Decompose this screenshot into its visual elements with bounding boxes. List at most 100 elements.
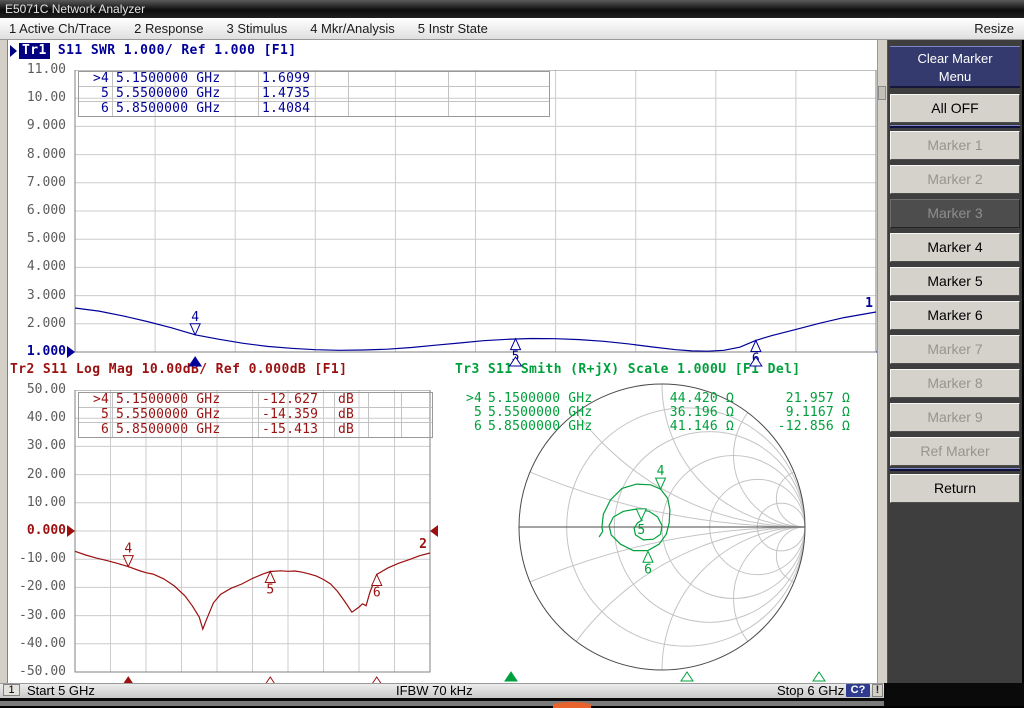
svg-text:5: 5 <box>266 582 274 597</box>
y-axis-tick-label: 10.00 <box>8 90 66 105</box>
softkey-menu-title: Clear Marker Menu <box>890 46 1020 88</box>
softkey-all-off[interactable]: All OFF <box>890 94 1020 123</box>
trace-number-label: 1 <box>865 296 873 311</box>
ref-level-arrow-left <box>67 525 75 537</box>
softkey-menu-title-line2: Menu <box>890 68 1020 86</box>
softkey-marker-1[interactable]: Marker 1 <box>890 131 1020 160</box>
stimulus-marker-triangle[interactable] <box>189 357 201 366</box>
softkey-marker-4[interactable]: Marker 4 <box>890 233 1020 262</box>
softkey-separator <box>890 468 1020 471</box>
marker-4[interactable]: 4 <box>123 542 133 567</box>
svg-text:4: 4 <box>191 310 199 325</box>
readout-cell <box>402 393 432 407</box>
y-axis-tick-label: 3.000 <box>8 288 66 303</box>
marker-6[interactable]: 6 <box>643 551 653 577</box>
readout-cell: -15.413 <box>259 423 335 437</box>
menu-item-1[interactable]: 1 Active Ch/Trace <box>9 18 111 39</box>
readout-cell: 21.957 Ω <box>737 392 853 406</box>
softkey-marker-5[interactable]: Marker 5 <box>890 267 1020 296</box>
calibration-status-badge: C? <box>846 684 870 697</box>
softkey-scrollbar-thumb[interactable] <box>878 86 886 100</box>
menu-item-5[interactable]: 5 Instr State <box>418 18 488 39</box>
readout-cell: 1.6099 <box>259 72 349 86</box>
readout-cell: 41.146 Ω <box>633 420 737 434</box>
y-axis-tick-label: -10.00 <box>8 551 66 566</box>
readout-row: 65.8500000 GHz-15.413dB <box>79 423 432 437</box>
readout-cell: 1.4735 <box>259 87 349 101</box>
readout-cell: dB <box>335 393 369 407</box>
readout-cell: 5 <box>79 87 113 101</box>
readout-cell: 44.420 Ω <box>633 392 737 406</box>
readout-cell <box>369 423 402 437</box>
readout-cell: 36.196 Ω <box>633 406 737 420</box>
softkey-return[interactable]: Return <box>890 474 1020 503</box>
channel-number-badge: 1 <box>3 684 20 696</box>
readout-cell: 5.8500000 GHz <box>113 102 259 116</box>
readout-row: 65.8500000 GHz1.4084 <box>79 102 549 116</box>
marker-5[interactable]: 5 <box>265 571 275 597</box>
softkey-marker-6[interactable]: Marker 6 <box>890 301 1020 330</box>
trace1-marker-readout: >45.1500000 GHz1.609955.5500000 GHz1.473… <box>78 71 550 117</box>
readout-cell: 5.5500000 GHz <box>113 87 259 101</box>
readout-cell: -12.627 <box>259 393 335 407</box>
y-axis-tick-label: 50.00 <box>8 382 66 397</box>
y-axis-tick-label: 10.00 <box>8 495 66 510</box>
readout-cell: 6 <box>79 423 113 437</box>
y-axis-tick-label: -20.00 <box>8 579 66 594</box>
readout-row: 55.5500000 GHz1.4735 <box>79 87 549 102</box>
readout-cell: dB <box>335 423 369 437</box>
readout-cell <box>349 102 449 116</box>
y-axis-tick-label: 6.000 <box>8 203 66 218</box>
softkey-marker-2[interactable]: Marker 2 <box>890 165 1020 194</box>
alert-badge: ! <box>872 684 883 697</box>
readout-cell <box>369 393 402 407</box>
readout-cell: 5.5500000 GHz <box>113 408 259 422</box>
readout-cell: >4 <box>79 72 113 86</box>
softkey-marker-3[interactable]: Marker 3 <box>890 199 1020 228</box>
trace1-label: Tr1 <box>19 43 50 59</box>
resize-button[interactable]: Resize <box>974 20 1014 38</box>
stimulus-marker-triangle[interactable] <box>681 672 693 681</box>
readout-cell <box>349 72 449 86</box>
softkey-ref-marker[interactable]: Ref Marker <box>890 437 1020 466</box>
y-axis-tick-label: 8.000 <box>8 147 66 162</box>
readout-cell <box>449 87 549 101</box>
readout-cell: 5 <box>455 406 485 420</box>
trace1-header[interactable]: Tr1 S11 SWR 1.000/ Ref 1.000 [F1] <box>10 43 297 59</box>
stimulus-marker-triangle[interactable] <box>813 672 825 681</box>
readout-cell <box>349 87 449 101</box>
readout-cell: 5.1500000 GHz <box>485 392 633 406</box>
y-axis-tick-label: -30.00 <box>8 608 66 623</box>
marker-4[interactable]: 4 <box>190 310 200 335</box>
y-axis-tick-label: 9.000 <box>8 118 66 133</box>
trace1-format: S11 SWR 1.000/ Ref 1.000 [F1] <box>50 43 297 59</box>
tr3-trace <box>599 484 670 550</box>
stimulus-marker-triangle[interactable] <box>505 672 517 681</box>
menu-item-4[interactable]: 4 Mkr/Analysis <box>310 18 395 39</box>
softkey-marker-8[interactable]: Marker 8 <box>890 369 1020 398</box>
y-axis-tick-label: -40.00 <box>8 636 66 651</box>
svg-text:6: 6 <box>644 562 652 577</box>
readout-cell <box>449 72 549 86</box>
marker-6[interactable]: 6 <box>372 574 382 600</box>
svg-text:6: 6 <box>373 585 381 600</box>
softkey-scrollbar[interactable] <box>877 40 888 683</box>
menu-item-2[interactable]: 2 Response <box>134 18 203 39</box>
readout-cell: -14.359 <box>259 408 335 422</box>
y-axis-tick-label: 4.000 <box>8 259 66 274</box>
readout-cell: >4 <box>79 393 113 407</box>
menu-item-3[interactable]: 3 Stimulus <box>227 18 288 39</box>
readout-cell: 9.1167 Ω <box>737 406 853 420</box>
y-axis-tick-label: 0.000 <box>8 523 66 538</box>
readout-cell: -12.856 Ω <box>737 420 853 434</box>
marker-5[interactable]: 5 <box>636 509 646 538</box>
readout-cell <box>369 408 402 422</box>
window-title: E5071C Network Analyzer <box>0 0 1024 18</box>
svg-text:5: 5 <box>637 523 645 538</box>
y-axis-tick-label: -50.00 <box>8 664 66 679</box>
softkey-marker-7[interactable]: Marker 7 <box>890 335 1020 364</box>
softkey-marker-9[interactable]: Marker 9 <box>890 403 1020 432</box>
y-axis-tick-label: 20.00 <box>8 467 66 482</box>
y-axis-tick-label: 11.00 <box>8 62 66 77</box>
bottom-right-corner <box>884 683 1024 706</box>
